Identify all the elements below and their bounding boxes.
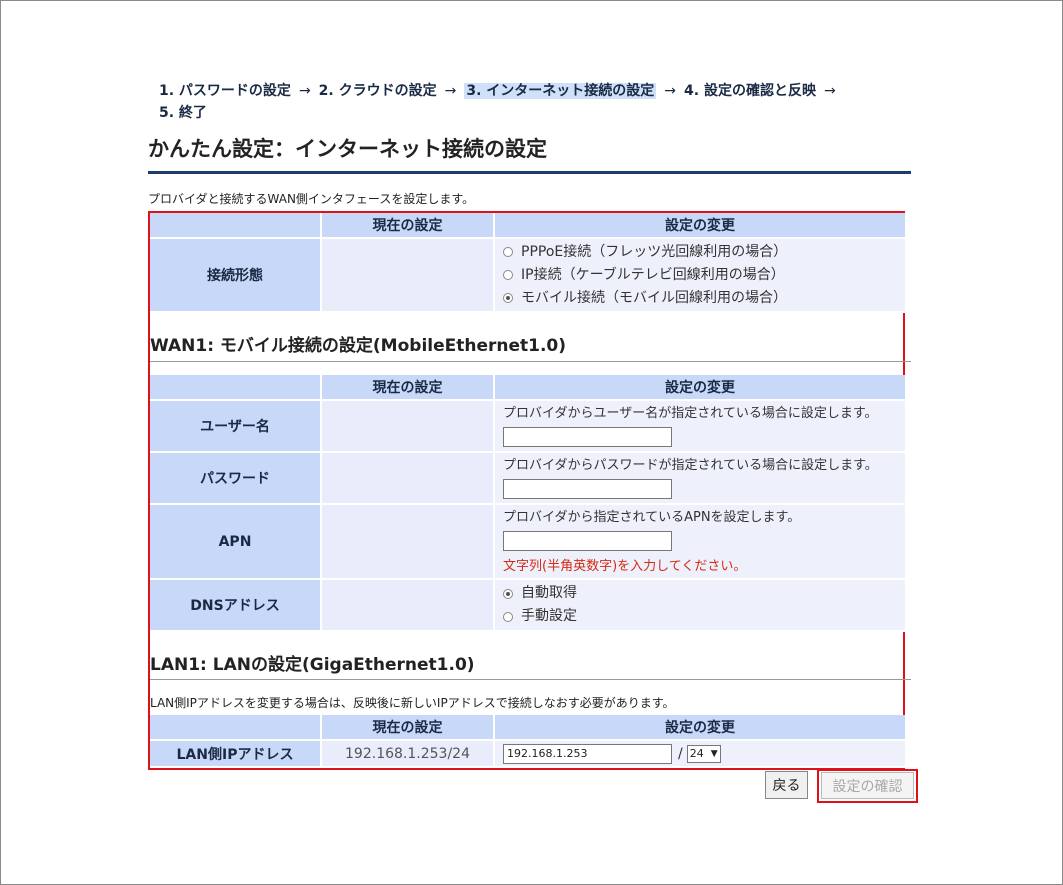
table-row: 接続形態 PPPoE接続（フレッツ光回線利用の場合） IP接続（ケーブルテレビ回… <box>150 239 907 313</box>
lan-table: 現在の設定 設定の変更 LAN側IPアドレス 192.168.1.253 /24 … <box>150 715 907 768</box>
intro-text: プロバイダと接続するWAN側インタフェースを設定します。 <box>148 192 475 206</box>
username-description: プロバイダからユーザー名が指定されている場合に設定します。 <box>503 406 878 421</box>
apn-warning: 文字列(半角英数字)を入力してください。 <box>503 559 747 574</box>
lan-ip-field-group: 192.168.1.253 / 24 ▼ <box>503 743 721 764</box>
radio-label: モバイル接続（モバイル回線利用の場合） <box>521 289 787 306</box>
step-arrow: → <box>298 83 311 99</box>
lan-section-title: LAN1: LANの設定(GigaEthernet1.0) <box>150 655 475 675</box>
table-header-row: 現在の設定 設定の変更 <box>150 213 907 239</box>
apn-input[interactable] <box>503 531 672 551</box>
header-blank <box>150 375 322 401</box>
header-blank <box>150 715 322 741</box>
radio-button-selected-icon[interactable] <box>503 293 513 303</box>
password-current-value <box>322 453 495 505</box>
apn-current-value <box>322 505 495 580</box>
lan-ip-change: 192.168.1.253 / 24 ▼ <box>495 741 907 768</box>
radio-button-icon[interactable] <box>503 270 513 280</box>
radio-label: IP接続（ケーブルテレビ回線利用の場合） <box>521 266 785 283</box>
wan-table: 現在の設定 設定の変更 ユーザー名 プロバイダからユーザー名が指定されている場合… <box>150 375 907 632</box>
table-row: APN プロバイダから指定されているAPNを設定します。 文字列(半角英数字)を… <box>150 505 907 580</box>
connection-current-value <box>322 239 495 313</box>
apn-change: プロバイダから指定されているAPNを設定します。 文字列(半角英数字)を入力して… <box>495 505 907 580</box>
table-header-row: 現在の設定 設定の変更 <box>150 715 907 741</box>
password-label: パスワード <box>150 453 322 505</box>
apn-description: プロバイダから指定されているAPNを設定します。 <box>503 510 801 525</box>
step-1: 1. パスワードの設定 <box>159 83 291 99</box>
header-change: 設定の変更 <box>495 715 907 741</box>
radio-button-icon[interactable] <box>503 611 513 622</box>
password-input[interactable] <box>503 479 672 499</box>
radio-ip[interactable]: IP接続（ケーブルテレビ回線利用の場合） <box>503 264 785 287</box>
radio-label: 手動設定 <box>521 608 577 624</box>
apn-label: APN <box>150 505 322 580</box>
step-3-current: 3. インターネット接続の設定 <box>464 83 657 99</box>
connection-table: 現在の設定 設定の変更 接続形態 PPPoE接続（フレッツ光回線利用の場合） I… <box>150 213 907 313</box>
step-5: 5. 終了 <box>159 105 207 121</box>
dns-current-value <box>322 580 495 632</box>
dns-options: 自動取得 手動設定 <box>495 580 907 632</box>
header-current: 現在の設定 <box>322 213 495 239</box>
chevron-down-icon: ▼ <box>710 748 718 759</box>
table-row: パスワード プロバイダからパスワードが指定されている場合に設定します。 <box>150 453 907 505</box>
step-2: 2. クラウドの設定 <box>318 83 437 99</box>
step-4: 4. 設定の確認と反映 <box>684 83 816 99</box>
page-title: かんたん設定：インターネット接続の設定 <box>148 137 547 161</box>
table-header-row: 現在の設定 設定の変更 <box>150 375 907 401</box>
step-arrow: → <box>664 83 677 99</box>
password-change: プロバイダからパスワードが指定されている場合に設定します。 <box>495 453 907 505</box>
table-row: LAN側IPアドレス 192.168.1.253/24 192.168.1.25… <box>150 741 907 768</box>
header-blank <box>150 213 322 239</box>
username-current-value <box>322 401 495 453</box>
step-arrow: → <box>444 83 457 99</box>
prefix-value: 24 <box>689 747 704 760</box>
table-row: DNSアドレス 自動取得 手動設定 <box>150 580 907 632</box>
radio-label: PPPoE接続（フレッツ光回線利用の場合） <box>521 243 788 260</box>
table-row: ユーザー名 プロバイダからユーザー名が指定されている場合に設定します。 <box>150 401 907 453</box>
prefix-slash: / <box>678 745 683 762</box>
header-change: 設定の変更 <box>495 375 907 401</box>
username-change: プロバイダからユーザー名が指定されている場合に設定します。 <box>495 401 907 453</box>
wan-section-title: WAN1: モバイル接続の設定(MobileEthernet1.0) <box>150 336 567 356</box>
wizard-steps: 1. パスワードの設定 → 2. クラウドの設定 → 3. インターネット接続の設定 → 4… <box>159 80 899 124</box>
lan-note: LAN側IPアドレスを変更する場合は、反映後に新しいIPアドレスで接続しなおす必… <box>150 696 675 710</box>
connection-type-label: 接続形態 <box>150 239 322 313</box>
radio-button-icon[interactable] <box>503 247 513 257</box>
lan-ip-input[interactable]: 192.168.1.253 <box>503 743 672 764</box>
radio-dns-manual[interactable]: 手動設定 <box>503 605 577 628</box>
section-divider <box>150 361 911 362</box>
back-button[interactable]: 戻る <box>765 771 808 799</box>
username-input[interactable] <box>503 427 672 447</box>
radio-pppoe[interactable]: PPPoE接続（フレッツ光回線利用の場合） <box>503 241 787 264</box>
radio-dns-auto[interactable]: 自動取得 <box>503 582 577 605</box>
connection-options: PPPoE接続（フレッツ光回線利用の場合） IP接続（ケーブルテレビ回線利用の場… <box>495 239 907 313</box>
header-current: 現在の設定 <box>322 715 495 741</box>
settings-panel: 現在の設定 設定の変更 接続形態 PPPoE接続（フレッツ光回線利用の場合） I… <box>148 211 911 770</box>
header-current: 現在の設定 <box>322 375 495 401</box>
radio-button-selected-icon[interactable] <box>503 588 513 599</box>
confirm-button[interactable]: 設定の確認 <box>821 772 914 799</box>
step-arrow: → <box>823 83 836 99</box>
prefix-select[interactable]: 24 ▼ <box>686 744 721 763</box>
radio-label: 自動取得 <box>521 585 577 601</box>
header-change: 設定の変更 <box>495 213 907 239</box>
section-divider <box>150 679 911 680</box>
radio-mobile[interactable]: モバイル接続（モバイル回線利用の場合） <box>503 287 787 310</box>
dns-label: DNSアドレス <box>150 580 322 632</box>
password-description: プロバイダからパスワードが指定されている場合に設定します。 <box>503 458 878 473</box>
lan-ip-current-value: 192.168.1.253/24 <box>322 741 495 768</box>
lan-ip-label: LAN側IPアドレス <box>150 741 322 768</box>
title-divider <box>148 171 911 174</box>
username-label: ユーザー名 <box>150 401 322 453</box>
